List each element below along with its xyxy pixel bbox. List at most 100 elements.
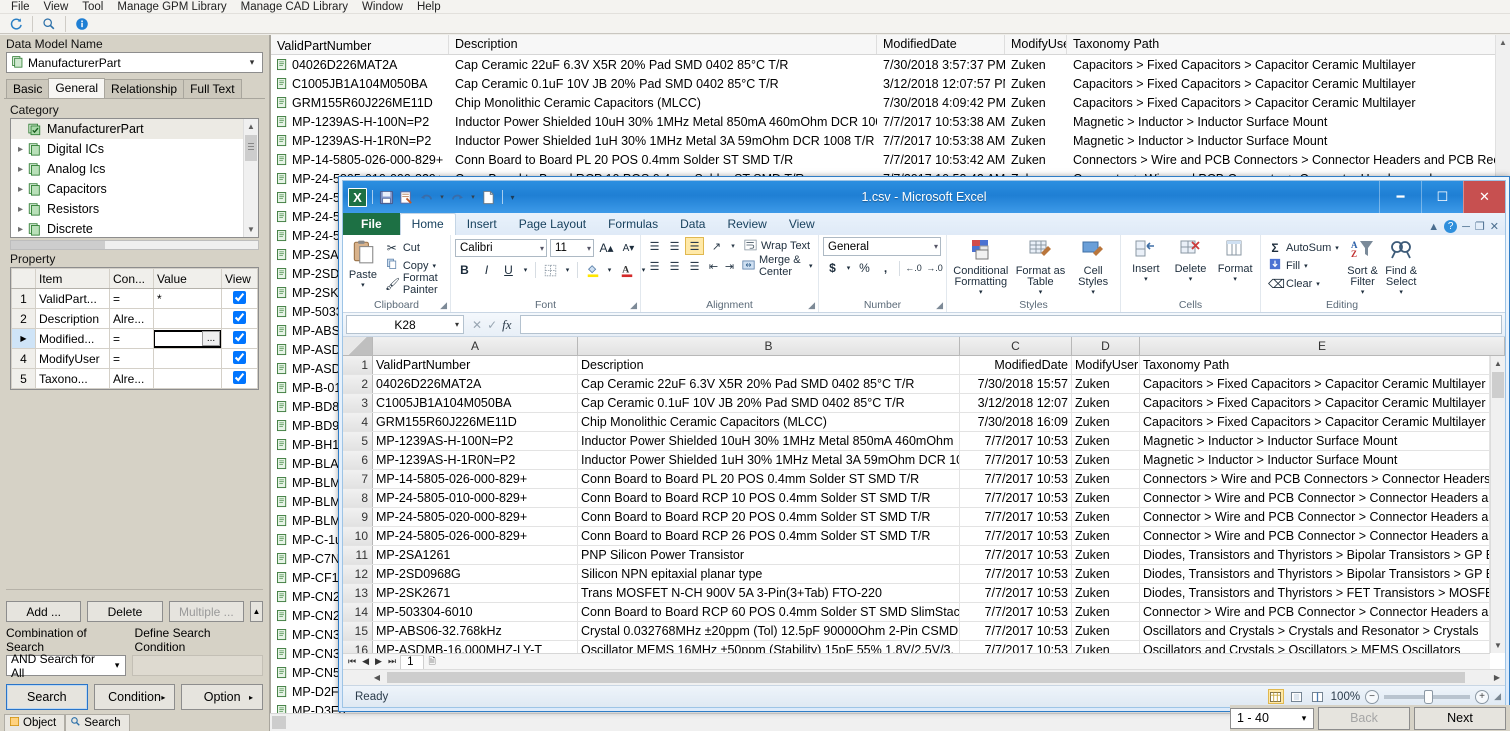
close-button[interactable]: ✕ <box>1463 181 1505 213</box>
worksheet-row[interactable]: 14MP-503304-6010Conn Board to Board RCP … <box>343 603 1490 622</box>
checkbox[interactable] <box>233 331 246 344</box>
redo-icon[interactable] <box>449 189 466 206</box>
cell-d[interactable]: Zuken <box>1072 508 1140 526</box>
row-header[interactable]: 14 <box>343 603 373 621</box>
menu-item-manage-cad-library[interactable]: Manage CAD Library <box>234 1 355 13</box>
add-button[interactable]: Add ... <box>6 601 81 622</box>
font-dialog-launcher[interactable]: ◢ <box>630 300 637 311</box>
excel-window[interactable]: X ▾ ▾ ▾ <box>338 176 1510 712</box>
worksheet-row[interactable]: 4GRM155R60J226ME11DChip Monolithic Ceram… <box>343 413 1490 432</box>
cell-d[interactable]: ModifyUser <box>1072 356 1140 374</box>
property-value[interactable] <box>154 369 222 389</box>
cell-c[interactable]: 7/7/2017 10:53 <box>960 508 1072 526</box>
scroll-up-icon[interactable]: ▲ <box>1496 35 1510 51</box>
worksheet-row[interactable]: 1ValidPartNumberDescriptionModifiedDateM… <box>343 356 1490 375</box>
spin-up-icon[interactable]: ▲ <box>250 601 263 622</box>
comma-icon[interactable]: , <box>876 259 895 277</box>
tree-item-capacitors[interactable]: ▸ Capacitors <box>11 179 258 199</box>
tab-formulas[interactable]: Formulas <box>597 214 669 235</box>
tab-insert[interactable]: Insert <box>456 214 508 235</box>
cell-a[interactable]: MP-1239AS-H-1R0N=P2 <box>373 451 578 469</box>
column-header-e[interactable]: E <box>1140 337 1505 355</box>
property-value-editor[interactable]: ... <box>154 329 222 349</box>
condition-button[interactable]: Condition ▸ <box>94 684 176 710</box>
page-range-select[interactable]: 1 - 40 ▾ <box>1230 708 1314 729</box>
zoom-slider[interactable] <box>1384 695 1470 699</box>
cell-a[interactable]: MP-ASDMB-16.000MHZ-LY-T <box>373 641 578 653</box>
table-row[interactable]: 5 Taxono... Alre... <box>12 369 258 389</box>
category-tree-hscrollbar[interactable] <box>10 240 259 250</box>
cell-c[interactable]: 7/7/2017 10:53 <box>960 527 1072 545</box>
row-header[interactable]: 16 <box>343 641 373 653</box>
delete-button[interactable]: Delete <box>87 601 162 622</box>
insert-dropdown-icon[interactable]: ▾ <box>1144 275 1148 283</box>
paste-dropdown-icon[interactable]: ▾ <box>361 281 365 289</box>
cell-c[interactable]: 7/30/2018 15:57 <box>960 375 1072 393</box>
underline-dropdown-icon[interactable]: ▾ <box>521 261 530 279</box>
scroll-up-icon[interactable]: ▲ <box>1491 356 1505 371</box>
cell-e[interactable]: Connectors > Wire and PCB Connectors > C… <box>1140 470 1490 488</box>
tab-basic[interactable]: Basic <box>6 79 49 98</box>
cell-styles-button[interactable]: Cell Styles ▾ <box>1070 237 1116 296</box>
column-modifyuser[interactable]: ModifyUser <box>1005 35 1067 54</box>
tab-view[interactable]: View <box>778 214 826 235</box>
increase-indent-icon[interactable]: ⇥ <box>723 257 736 275</box>
cell-e[interactable]: Connector > Wire and PCB Connector > Con… <box>1140 603 1490 621</box>
borders-dropdown-icon[interactable]: ▾ <box>563 261 572 279</box>
redo-dropdown-icon[interactable]: ▾ <box>469 189 477 206</box>
minimize-ribbon-icon[interactable]: ─ <box>1462 221 1470 233</box>
formula-input[interactable] <box>520 315 1502 334</box>
combination-of-search-select[interactable]: AND Search for All ▾ <box>6 655 126 676</box>
cell-styles-dropdown-icon[interactable]: ▾ <box>1091 288 1095 296</box>
cell-b[interactable]: Oscillator MEMS 16MHz ±50ppm (Stability)… <box>578 641 960 653</box>
alignment-dialog-launcher[interactable]: ◢ <box>808 300 815 311</box>
find-select-dropdown-icon[interactable]: ▾ <box>1399 288 1403 296</box>
zoom-slider-thumb[interactable] <box>1424 690 1433 704</box>
table-row[interactable]: 2 Description Alre... <box>12 309 258 329</box>
cell-e[interactable]: Oscillators and Crystals > Oscillators >… <box>1140 641 1490 653</box>
cut-button[interactable]: ✂ Cut <box>382 239 446 256</box>
clear-button[interactable]: ⌫ Clear ▾ <box>1265 275 1342 292</box>
menu-item-window[interactable]: Window <box>355 1 410 13</box>
delete-cells-button[interactable]: Delete ▾ <box>1170 237 1212 283</box>
cell-c[interactable]: 7/7/2017 10:53 <box>960 470 1072 488</box>
search-button[interactable]: Search <box>6 684 88 710</box>
row-header[interactable]: 15 <box>343 622 373 640</box>
cell-b[interactable]: Silicon NPN epitaxial planar type <box>578 565 960 583</box>
property-view-checkbox[interactable] <box>222 349 258 369</box>
scroll-down-icon[interactable]: ▼ <box>1491 638 1505 653</box>
align-right-icon[interactable]: ☰ <box>685 257 704 275</box>
conditional-formatting-button[interactable]: Conditional Formatting ▾ <box>951 237 1011 296</box>
cell-d[interactable]: Zuken <box>1072 375 1140 393</box>
cell-b[interactable]: Chip Monolithic Ceramic Capacitors (MLCC… <box>578 413 960 431</box>
row-header[interactable]: 13 <box>343 584 373 602</box>
row-header[interactable]: 8 <box>343 489 373 507</box>
cell-b[interactable]: Description <box>578 356 960 374</box>
wrap-text-button[interactable]: Wrap Text <box>740 238 813 255</box>
tab-data[interactable]: Data <box>669 214 716 235</box>
normal-view-icon[interactable] <box>1268 689 1284 704</box>
cell-e[interactable]: Diodes, Transistors and Thyristors > FET… <box>1140 584 1490 602</box>
cell-d[interactable]: Zuken <box>1072 527 1140 545</box>
cell-b[interactable]: PNP Silicon Power Transistor <box>578 546 960 564</box>
customize-qat-icon[interactable]: ▾ <box>508 189 517 206</box>
next-button[interactable]: Next <box>1414 707 1506 730</box>
worksheet-vertical-scrollbar[interactable]: ▲ ▼ <box>1490 356 1505 653</box>
copy-dropdown-icon[interactable]: ▾ <box>433 262 437 270</box>
worksheet-row[interactable]: 8MP-24-5805-010-000-829+Conn Board to Bo… <box>343 489 1490 508</box>
chevron-down-icon[interactable]: ▾ <box>928 242 938 251</box>
table-row[interactable]: 1 ValidPart... = * <box>12 289 258 309</box>
property-condition[interactable]: Alre... <box>110 309 154 329</box>
tree-item-digital-ics[interactable]: ▸ Digital ICs <box>11 139 258 159</box>
chevron-down-icon[interactable]: ▾ <box>581 244 591 253</box>
help-icon[interactable]: ? <box>1444 220 1457 233</box>
row-header[interactable]: 7 <box>343 470 373 488</box>
property-condition[interactable]: = <box>110 349 154 369</box>
undo-dropdown-icon[interactable]: ▾ <box>438 189 446 206</box>
property-condition[interactable]: Alre... <box>110 369 154 389</box>
cell-d[interactable]: Zuken <box>1072 451 1140 469</box>
new-icon[interactable] <box>480 189 497 206</box>
cell-e[interactable]: Taxonomy Path <box>1140 356 1490 374</box>
worksheet-row[interactable]: 11MP-2SA1261PNP Silicon Power Transistor… <box>343 546 1490 565</box>
bottom-align-icon[interactable]: ☰ <box>685 237 704 255</box>
